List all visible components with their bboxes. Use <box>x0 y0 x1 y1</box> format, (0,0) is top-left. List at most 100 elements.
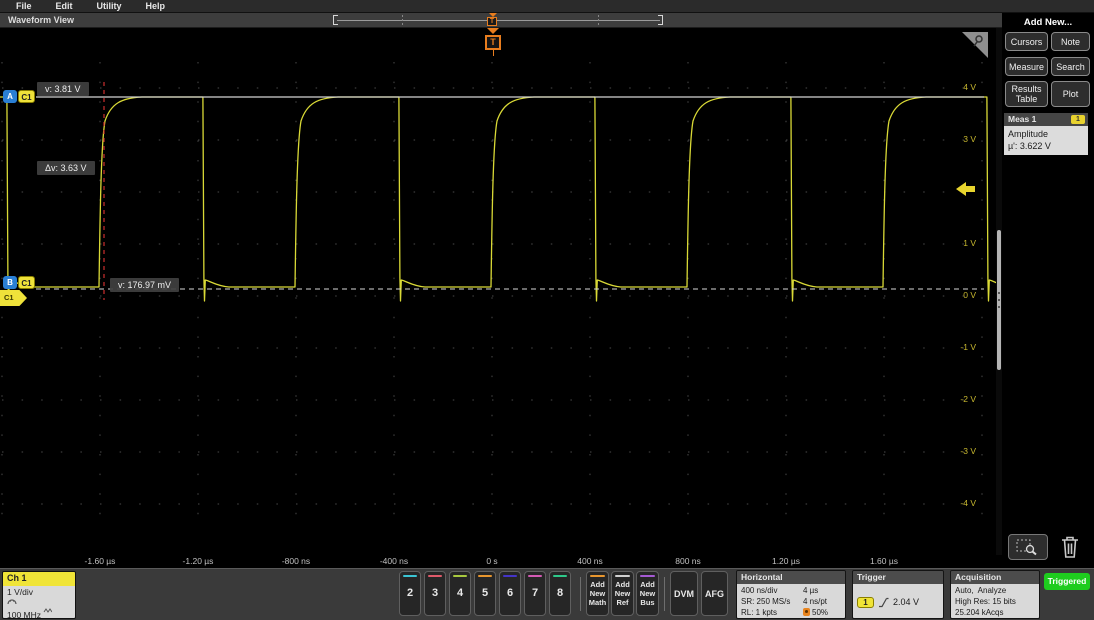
menu-edit[interactable]: Edit <box>56 1 73 11</box>
channel-number: 3 <box>425 587 445 599</box>
acquisition-panel[interactable]: Acquisition Auto, Analyze High Res: 15 b… <box>950 570 1040 619</box>
y-axis-label: -1 V <box>946 342 976 352</box>
menu-utility[interactable]: Utility <box>97 1 122 11</box>
ref-color-stripe <box>615 575 630 577</box>
results-table-button[interactable]: Results Table <box>1005 81 1048 107</box>
meas-1-badge[interactable]: Meas 1 1 Amplitude µ': 3.622 V <box>1004 113 1088 155</box>
measure-button[interactable]: Measure <box>1005 57 1048 76</box>
add-new-header: Add New... <box>1002 17 1094 28</box>
channel-6-button[interactable]: 6 <box>499 571 521 616</box>
x-axis-label: 1.20 µs <box>751 556 821 566</box>
oscilloscope-app: File Edit Utility Help Waveform View T 4… <box>0 0 1094 620</box>
channel-4-button[interactable]: 4 <box>449 571 471 616</box>
cursor-b-badge[interactable]: B <box>3 276 17 289</box>
channel-number: 6 <box>500 587 520 599</box>
trigger-source-badge: 1 <box>857 597 874 608</box>
cursor-b-readout: v: 176.97 mV <box>110 278 179 292</box>
trigger-title: Trigger <box>853 571 943 584</box>
horizontal-panel[interactable]: Horizontal 400 ns/div 4 µs SR: 250 MS/s … <box>736 570 846 619</box>
rising-edge-icon <box>878 597 889 608</box>
zoom-box-icon <box>1015 537 1041 557</box>
channel-number: 4 <box>450 587 470 599</box>
trigger-level-arrow[interactable] <box>956 182 976 196</box>
channel-1-settings: 1 V/div 100 MHz <box>3 586 75 619</box>
separator <box>664 577 665 611</box>
overview-left-bracket[interactable] <box>333 15 338 25</box>
y-axis-label: 3 V <box>946 134 976 144</box>
bandwidth-limit-icon <box>43 607 52 614</box>
ch1-bandwidth-value: 100 MHz <box>7 610 41 619</box>
trigger-level-value: 2.04 V <box>893 597 919 608</box>
channel-2-button[interactable]: 2 <box>399 571 421 616</box>
math-color-stripe <box>590 575 605 577</box>
meas-1-body: Amplitude µ': 3.622 V <box>1004 126 1088 155</box>
channel-number: 2 <box>400 587 420 599</box>
h-position-value: 50% <box>812 608 828 617</box>
cursor-a-channel-badge[interactable]: C1 <box>18 90 35 103</box>
graticule-grid <box>2 62 982 530</box>
overview-tick <box>598 15 599 25</box>
add-new-bus-button[interactable]: Add New Bus <box>636 571 659 616</box>
plot-button[interactable]: Plot <box>1051 81 1090 107</box>
bus-color-stripe <box>640 575 655 577</box>
y-axis-label: -2 V <box>946 394 976 404</box>
overview-right-bracket[interactable] <box>658 15 663 25</box>
overview-tick <box>402 15 403 25</box>
add-new-math-button[interactable]: Add New Math <box>586 571 609 616</box>
trigger-position-flag[interactable]: T <box>484 28 502 64</box>
y-axis-label: 4 V <box>946 82 976 92</box>
trigger-panel[interactable]: Trigger 1 2.04 V <box>852 570 944 619</box>
channel-color-stripe <box>553 575 567 577</box>
channel-5-button[interactable]: 5 <box>474 571 496 616</box>
y-axis-label: 1 V <box>946 238 976 248</box>
arrow-tail <box>966 186 975 192</box>
h-resolution: 4 ns/pt <box>803 596 841 607</box>
note-button[interactable]: Note <box>1051 32 1090 51</box>
x-axis-label: 800 ns <box>653 556 723 566</box>
splitter-grip[interactable] <box>997 230 1001 370</box>
trash-icon <box>1058 533 1082 561</box>
add-new-bus-label: Add New Bus <box>637 580 658 607</box>
x-axis-label: -1.20 µs <box>163 556 233 566</box>
trigger-t-icon: T <box>485 35 501 50</box>
channel-1-badge[interactable]: Ch 1 1 V/div 100 MHz <box>2 571 76 619</box>
overview-bar <box>337 20 660 21</box>
delta-v-readout: Δv: 3.63 V <box>37 161 95 175</box>
grip-dot <box>998 306 1000 308</box>
afg-button[interactable]: AFG <box>701 571 728 616</box>
x-axis-label: -1.60 µs <box>65 556 135 566</box>
trigger-t-icon: T <box>487 17 497 26</box>
h-scale: 400 ns/div <box>741 585 803 596</box>
probe-coupling-icon <box>7 597 19 605</box>
acquisition-title: Acquisition <box>951 571 1039 584</box>
acq-mode: Auto, Analyze <box>955 585 1035 596</box>
y-axis-label: -3 V <box>946 446 976 456</box>
cursor-a-badge[interactable]: A <box>3 90 17 103</box>
channel-3-button[interactable]: 3 <box>424 571 446 616</box>
chevron-down-icon <box>487 28 499 34</box>
cursors-button[interactable]: Cursors <box>1005 32 1048 51</box>
meas-1-header: Meas 1 1 <box>1004 113 1088 126</box>
channel-1-title: Ch 1 <box>3 572 75 586</box>
search-button[interactable]: Search <box>1051 57 1090 76</box>
overview-trigger-marker[interactable]: T <box>487 13 498 26</box>
add-new-ref-button[interactable]: Add New Ref <box>611 571 634 616</box>
horizontal-settings: 400 ns/div 4 µs SR: 250 MS/s 4 ns/pt RL:… <box>737 584 845 619</box>
channel-7-button[interactable]: 7 <box>524 571 546 616</box>
zoom-select-button[interactable] <box>1008 534 1048 560</box>
waveform-plot-area[interactable]: 4 V 3 V 1 V 0 V -1 V -2 V -3 V -4 V v: 3… <box>0 28 996 555</box>
cursor-b-channel-badge[interactable]: C1 <box>18 276 35 289</box>
trash-button[interactable] <box>1058 533 1084 561</box>
channel-number: 8 <box>550 587 570 599</box>
channel-8-button[interactable]: 8 <box>549 571 571 616</box>
add-new-ref-label: Add New Ref <box>612 580 633 607</box>
channel-color-stripe <box>428 575 442 577</box>
magnifier-icon <box>972 34 986 48</box>
grip-dot <box>998 292 1000 294</box>
dvm-button[interactable]: DVM <box>670 571 698 616</box>
menu-help[interactable]: Help <box>146 1 166 11</box>
position-icon <box>803 608 810 616</box>
acq-count: 25.204 kAcqs <box>955 607 1035 618</box>
menu-file[interactable]: File <box>16 1 32 11</box>
grip-dot <box>998 299 1000 301</box>
